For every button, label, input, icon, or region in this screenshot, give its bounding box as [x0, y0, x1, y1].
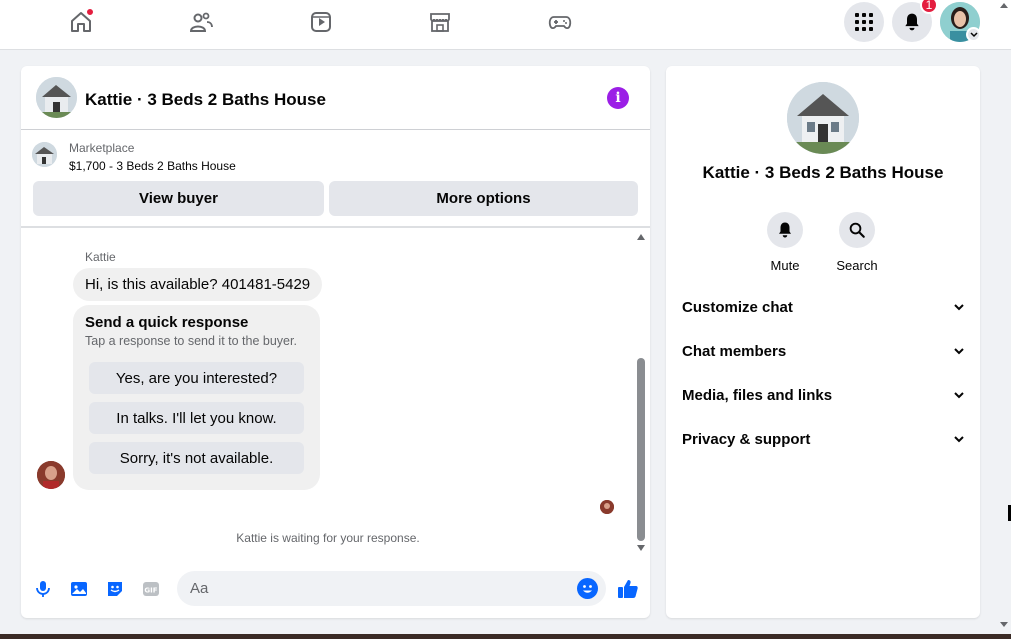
chat-header: Kattie · 3 Beds 2 Baths House i: [21, 66, 650, 130]
sticker-icon[interactable]: [104, 578, 126, 600]
bell-icon[interactable]: [767, 212, 803, 248]
window-scrollbar[interactable]: [997, 0, 1011, 639]
scroll-down-icon[interactable]: [637, 545, 645, 551]
sender-avatar[interactable]: [37, 461, 65, 489]
photo-icon[interactable]: [68, 578, 90, 600]
quick-response-title: Send a quick response: [85, 314, 249, 331]
section-label: Customize chat: [682, 298, 793, 316]
view-buyer-button[interactable]: View buyer: [33, 181, 324, 216]
notification-badge: 1: [920, 0, 938, 14]
chat-title: Kattie · 3 Beds 2 Baths House: [85, 90, 326, 109]
more-options-button[interactable]: More options: [329, 181, 638, 216]
message-bubble[interactable]: Hi, is this available? 401481-5429: [73, 268, 323, 301]
search-icon[interactable]: [839, 212, 875, 248]
like-icon[interactable]: [616, 577, 640, 601]
listing-thumbnail[interactable]: [32, 142, 57, 167]
divider: [21, 226, 650, 228]
chat-details-panel: Kattie · 3 Beds 2 Baths House Mute Searc…: [666, 66, 980, 618]
scrollbar-thumb[interactable]: [637, 358, 645, 541]
section-chat-members[interactable]: Chat members: [682, 336, 964, 366]
chevron-down-icon[interactable]: [966, 27, 981, 42]
mute-action[interactable]: Mute: [755, 212, 815, 273]
quick-reply-button[interactable]: Yes, are you interested?: [89, 362, 304, 394]
taskbar-strip: [0, 634, 1011, 639]
section-label: Chat members: [682, 342, 787, 360]
notifications-icon[interactable]: 1: [892, 0, 938, 42]
scroll-up-icon[interactable]: [637, 234, 645, 240]
friends-icon[interactable]: [184, 8, 218, 36]
quick-reply-button[interactable]: In talks. I'll let you know.: [89, 402, 304, 434]
chevron-down-icon: [954, 302, 964, 312]
listing-avatar[interactable]: [36, 77, 77, 118]
home-notification-dot: [86, 8, 94, 16]
info-icon[interactable]: i: [607, 87, 629, 109]
microphone-icon[interactable]: [32, 578, 54, 600]
section-privacy-support[interactable]: Privacy & support: [682, 424, 964, 454]
mute-label: Mute: [770, 258, 800, 273]
section-label: Media, files and links: [682, 386, 833, 404]
messages-scrollbar[interactable]: [634, 228, 650, 558]
quick-response-subtitle: Tap a response to send it to the buyer.: [85, 334, 297, 348]
video-icon[interactable]: [304, 8, 338, 36]
gaming-icon[interactable]: [543, 8, 577, 36]
sender-name: Kattie: [85, 250, 116, 264]
listing-profile-picture[interactable]: [787, 82, 859, 154]
quick-response-card: Send a quick response Tap a response to …: [73, 305, 320, 490]
side-title: Kattie · 3 Beds 2 Baths House: [702, 163, 944, 182]
home-icon[interactable]: [64, 8, 98, 36]
marketplace-label: Marketplace: [69, 141, 135, 155]
search-action[interactable]: Search: [827, 212, 887, 273]
gif-icon[interactable]: GIF: [140, 578, 162, 600]
waiting-status: Kattie is waiting for your response.: [236, 531, 420, 545]
message-input[interactable]: [177, 571, 606, 606]
marketplace-icon[interactable]: [423, 8, 457, 36]
search-label: Search: [836, 258, 878, 273]
chevron-down-icon: [954, 390, 964, 400]
section-media-files-links[interactable]: Media, files and links: [682, 380, 964, 410]
listing-price-title[interactable]: $1,700 - 3 Beds 2 Baths House: [69, 159, 236, 173]
chevron-down-icon: [954, 346, 964, 356]
emoji-icon[interactable]: [577, 578, 598, 599]
quick-reply-button[interactable]: Sorry, it's not available.: [89, 442, 304, 474]
svg-text:GIF: GIF: [144, 587, 157, 595]
top-navigation: 1: [0, 0, 1011, 50]
read-receipt-avatar: [600, 500, 614, 514]
chevron-down-icon: [954, 434, 964, 444]
section-label: Privacy & support: [682, 430, 811, 448]
menu-grid-icon[interactable]: [844, 2, 884, 42]
chat-panel: Kattie · 3 Beds 2 Baths House i Marketpl…: [21, 66, 650, 618]
section-customize-chat[interactable]: Customize chat: [682, 292, 964, 322]
